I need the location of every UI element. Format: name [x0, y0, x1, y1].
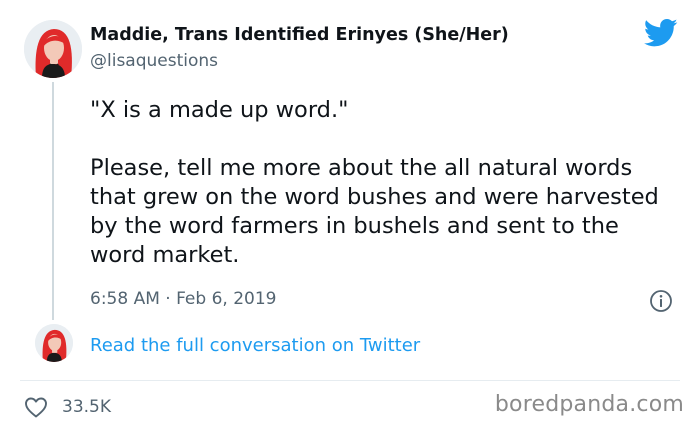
thread-connector-line [52, 82, 54, 320]
author-display-name[interactable]: Maddie, Trans Identified Erinyes (She/He… [90, 25, 509, 45]
read-full-conversation-link[interactable]: Read the full conversation on Twitter [90, 335, 420, 356]
author-handle[interactable]: @lisaquestions [90, 51, 218, 71]
heart-icon [24, 396, 48, 418]
info-icon[interactable] [649, 289, 673, 313]
tweet-timestamp[interactable]: 6:58 AM · Feb 6, 2019 [90, 289, 276, 309]
like-button[interactable]: 33.5K [24, 394, 111, 420]
twitter-bird-icon[interactable] [643, 18, 678, 48]
like-count: 33.5K [62, 397, 111, 417]
tweet-text: "X is a made up word." Please, tell me m… [90, 97, 659, 268]
avatar-illustration-small [35, 324, 73, 362]
author-avatar-small[interactable] [35, 324, 73, 362]
divider [20, 380, 680, 381]
author-avatar[interactable] [24, 20, 82, 78]
avatar-illustration [24, 20, 82, 78]
watermark: boredpanda.com [494, 392, 684, 417]
